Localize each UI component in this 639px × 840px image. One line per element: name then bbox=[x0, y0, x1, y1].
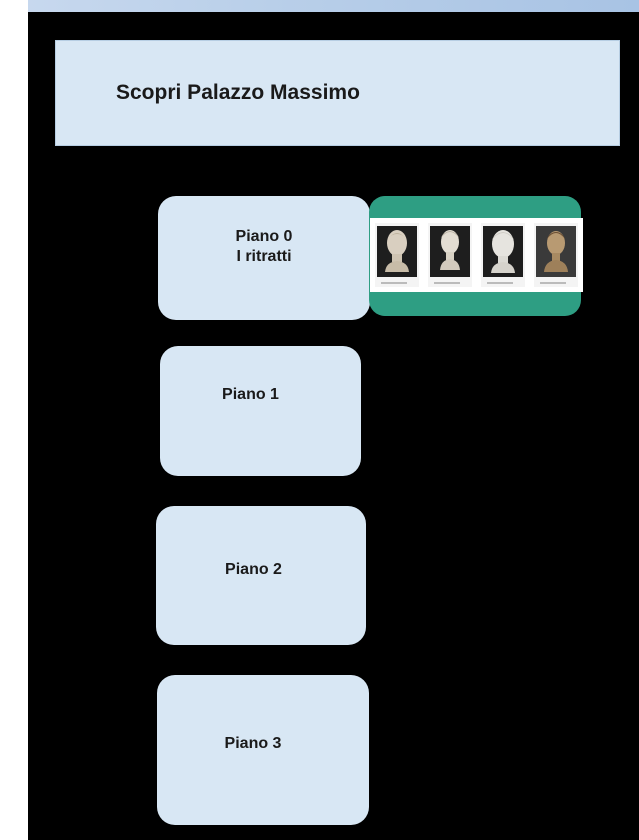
floor-0-subtitle: I ritratti bbox=[236, 248, 292, 265]
floor-2-label: Piano 2 bbox=[225, 560, 282, 578]
top-bar bbox=[28, 0, 639, 12]
portrait-thumb-3[interactable] bbox=[481, 223, 526, 287]
floor-2-button[interactable]: Piano 2 bbox=[156, 506, 366, 645]
marble-portrait-bust-icon bbox=[384, 230, 409, 272]
floor-0-button[interactable]: Piano 0 I ritratti bbox=[158, 196, 370, 320]
portrait-thumb-2[interactable] bbox=[427, 223, 472, 287]
page-margin bbox=[0, 0, 28, 840]
page-header: Scopri Palazzo Massimo bbox=[55, 40, 620, 146]
floor-1-label: Piano 1 bbox=[222, 386, 279, 403]
floor-3-label: Piano 3 bbox=[224, 735, 282, 752]
marble-portrait-bust-icon bbox=[439, 230, 460, 270]
marble-portrait-bust-icon bbox=[491, 230, 516, 273]
floor-1-button[interactable]: Piano 1 bbox=[160, 346, 361, 476]
portrait-thumb-1[interactable] bbox=[374, 223, 419, 287]
floor-3-button[interactable]: Piano 3 bbox=[157, 675, 369, 825]
portrait-thumb-4[interactable] bbox=[534, 223, 579, 287]
portrait-gallery[interactable] bbox=[370, 218, 583, 292]
page-title: Scopri Palazzo Massimo bbox=[116, 81, 360, 104]
floor-0-label: Piano 0 I ritratti bbox=[236, 227, 293, 267]
floor-0-title: Piano 0 bbox=[235, 228, 293, 245]
bronze-portrait-bust-icon bbox=[544, 231, 569, 272]
